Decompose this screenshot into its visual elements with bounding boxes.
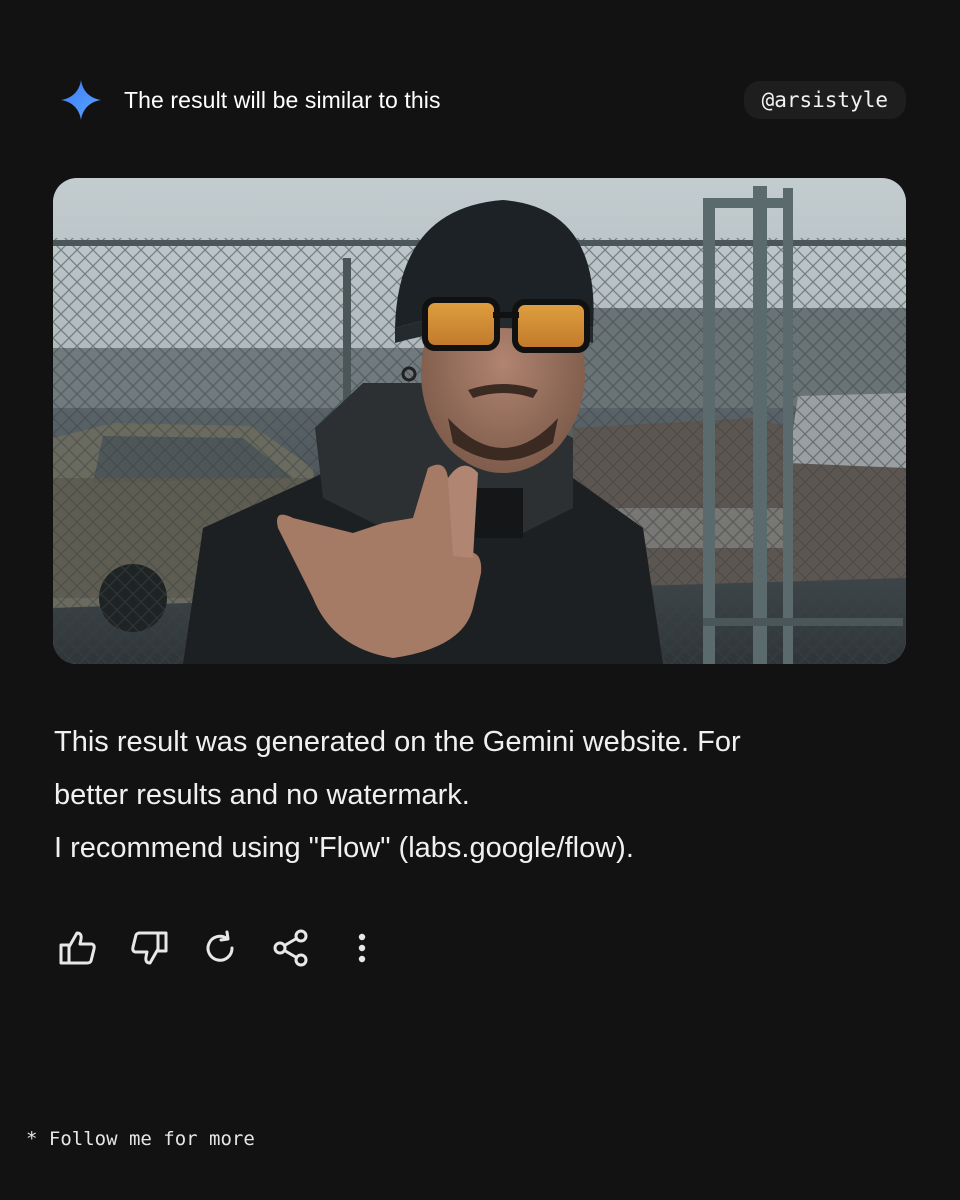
gemini-sparkle-icon — [60, 79, 102, 121]
regenerate-icon[interactable] — [196, 924, 244, 972]
message-line: I recommend using "Flow" (labs.google/fl… — [54, 832, 634, 864]
follow-footer: * Follow me for more — [26, 1128, 255, 1150]
response-header: The result will be similar to this @arsi… — [60, 78, 906, 122]
response-message: This result was generated on the Gemini … — [54, 716, 874, 875]
thumbs-up-icon[interactable] — [54, 924, 102, 972]
response-actions — [54, 924, 409, 972]
header-title: The result will be similar to this — [124, 86, 441, 113]
message-line: This result was generated on the Gemini … — [54, 726, 741, 758]
generated-image — [53, 178, 906, 664]
more-vert-icon[interactable] — [338, 924, 386, 972]
thumbs-down-icon[interactable] — [125, 924, 173, 972]
message-line: better results and no watermark. — [54, 779, 470, 811]
share-icon[interactable] — [267, 924, 315, 972]
author-handle-badge: @arsistyle — [743, 81, 906, 119]
